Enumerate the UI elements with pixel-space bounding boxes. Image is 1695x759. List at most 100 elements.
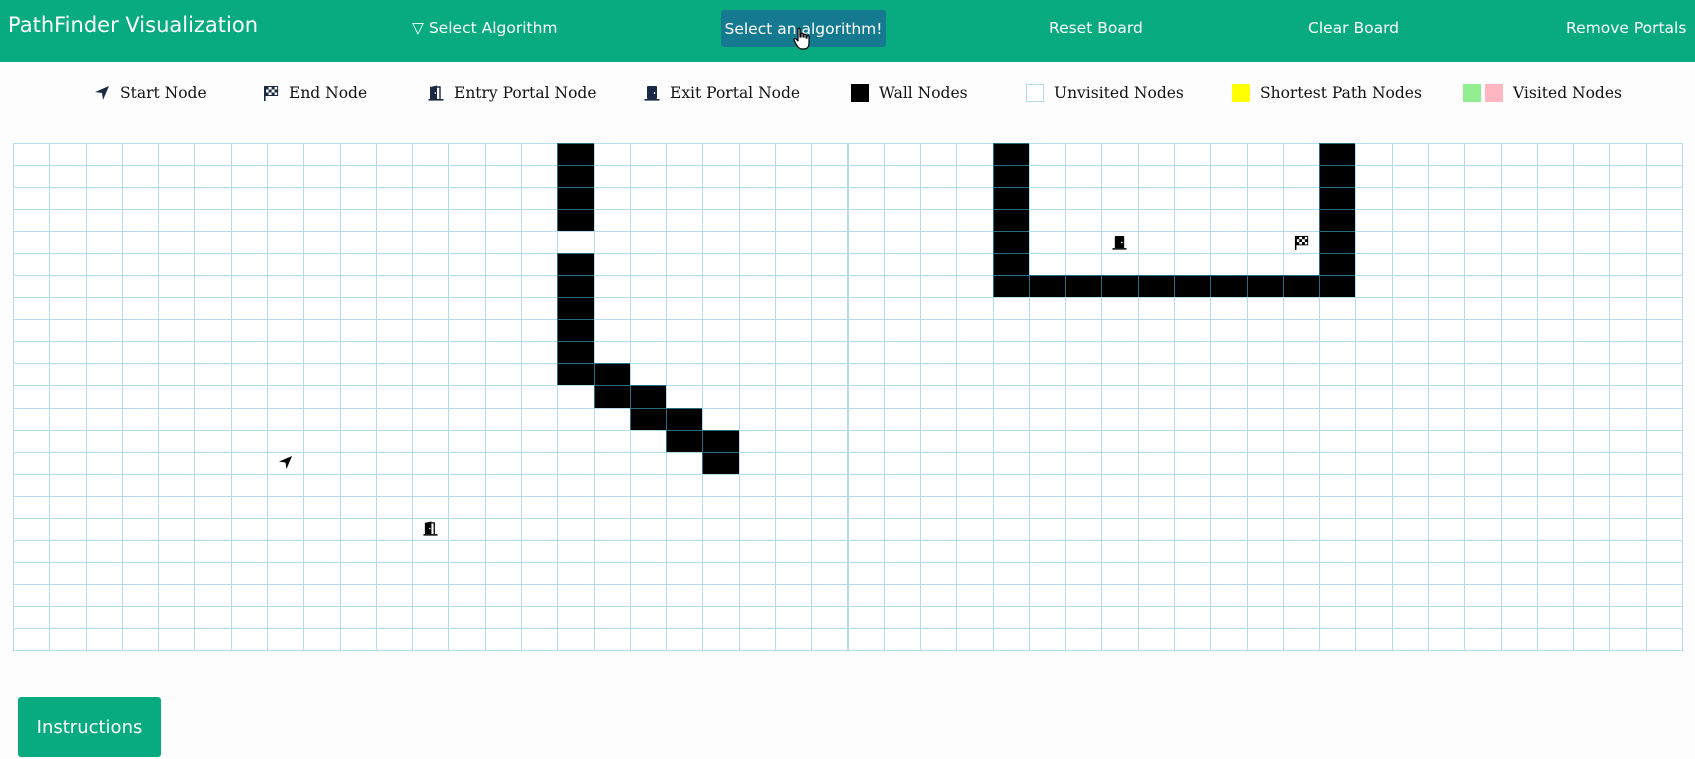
grid-cell[interactable]	[484, 143, 522, 167]
grid-cell[interactable]	[1137, 209, 1176, 233]
grid-cell[interactable]	[448, 539, 486, 563]
grid-cell[interactable]	[1428, 429, 1466, 453]
grid-cell[interactable]	[266, 517, 305, 541]
grid-cell[interactable]	[1319, 517, 1357, 541]
grid-cell[interactable]	[375, 517, 414, 541]
grid-cell[interactable]	[194, 583, 232, 607]
grid-cell[interactable]	[13, 363, 51, 387]
grid-cell[interactable]	[992, 517, 1030, 541]
grid-cell[interactable]	[1645, 451, 1683, 475]
grid-cell[interactable]	[1174, 187, 1212, 211]
wall-node[interactable]	[593, 385, 631, 409]
grid-cell[interactable]	[1391, 561, 1430, 585]
grid-cell[interactable]	[557, 429, 595, 453]
grid-cell[interactable]	[412, 231, 450, 255]
grid-cell[interactable]	[1609, 253, 1647, 277]
grid-cell[interactable]	[1101, 561, 1139, 585]
grid-cell[interactable]	[1500, 341, 1538, 365]
grid-cell[interactable]	[1319, 583, 1357, 607]
grid-cell[interactable]	[1355, 165, 1393, 189]
grid-cell[interactable]	[1536, 341, 1575, 365]
grid-cell[interactable]	[303, 561, 341, 585]
grid-cell[interactable]	[194, 561, 232, 585]
grid-cell[interactable]	[1645, 187, 1683, 211]
grid-cell[interactable]	[1428, 275, 1466, 299]
grid-cell[interactable]	[158, 495, 196, 519]
grid-cell[interactable]	[375, 561, 414, 585]
grid-cell[interactable]	[484, 429, 522, 453]
grid-cell[interactable]	[375, 143, 414, 167]
grid-cell[interactable]	[1428, 561, 1466, 585]
grid-cell[interactable]	[1500, 495, 1538, 519]
grid-cell[interactable]	[847, 627, 885, 651]
grid-cell[interactable]	[992, 583, 1030, 607]
grid-cell[interactable]	[448, 253, 486, 277]
grid-cell[interactable]	[266, 407, 305, 431]
grid-cell[interactable]	[1500, 165, 1538, 189]
grid-cell[interactable]	[1319, 429, 1357, 453]
grid-cell[interactable]	[1137, 143, 1176, 167]
grid-cell[interactable]	[666, 539, 704, 563]
grid-cell[interactable]	[339, 143, 377, 167]
grid-cell[interactable]	[920, 539, 958, 563]
grid-cell[interactable]	[85, 451, 123, 475]
grid-cell[interactable]	[847, 561, 885, 585]
grid-cell[interactable]	[1464, 627, 1502, 651]
grid-cell[interactable]	[1573, 363, 1611, 387]
grid-cell[interactable]	[339, 253, 377, 277]
grid-cell[interactable]	[1319, 539, 1357, 563]
grid-cell[interactable]	[629, 231, 668, 255]
grid-cell[interactable]	[484, 451, 522, 475]
grid-cell[interactable]	[1028, 627, 1067, 651]
grid-cell[interactable]	[484, 165, 522, 189]
grid-cell[interactable]	[375, 319, 414, 343]
grid-cell[interactable]	[557, 627, 595, 651]
grid-cell[interactable]	[1536, 165, 1575, 189]
grid-cell[interactable]	[158, 385, 196, 409]
grid-cell[interactable]	[1210, 429, 1248, 453]
grid-cell[interactable]	[230, 209, 268, 233]
grid-cell[interactable]	[811, 627, 849, 651]
grid-cell[interactable]	[1065, 605, 1103, 629]
grid-cell[interactable]	[1065, 363, 1103, 387]
grid-cell[interactable]	[1101, 583, 1139, 607]
grid-cell[interactable]	[266, 473, 305, 497]
grid-cell[interactable]	[412, 275, 450, 299]
grid-cell[interactable]	[629, 143, 668, 167]
grid-cell[interactable]	[1536, 495, 1575, 519]
grid-cell[interactable]	[1282, 341, 1321, 365]
grid-cell[interactable]	[230, 627, 268, 651]
grid-cell[interactable]	[266, 583, 305, 607]
grid-cell[interactable]	[774, 561, 813, 585]
grid-cell[interactable]	[1428, 517, 1466, 541]
grid-cell[interactable]	[666, 165, 704, 189]
grid-cell[interactable]	[811, 209, 849, 233]
grid-cell[interactable]	[448, 407, 486, 431]
grid-cell[interactable]	[1246, 473, 1284, 497]
grid-cell[interactable]	[920, 209, 958, 233]
wall-node[interactable]	[1319, 187, 1357, 211]
grid-cell[interactable]	[1355, 539, 1393, 563]
grid-cell[interactable]	[121, 363, 160, 387]
grid-cell[interactable]	[629, 495, 668, 519]
grid-cell[interactable]	[230, 407, 268, 431]
grid-cell[interactable]	[702, 209, 740, 233]
grid-cell[interactable]	[1174, 473, 1212, 497]
grid-cell[interactable]	[992, 363, 1030, 387]
grid-cell[interactable]	[194, 363, 232, 387]
grid-cell[interactable]	[230, 539, 268, 563]
grid-cell[interactable]	[1246, 605, 1284, 629]
grid-cell[interactable]	[158, 209, 196, 233]
grid-cell[interactable]	[303, 385, 341, 409]
grid-cell[interactable]	[702, 605, 740, 629]
grid-cell[interactable]	[811, 407, 849, 431]
grid-cell[interactable]	[85, 385, 123, 409]
clear-board-button[interactable]: Clear Board	[1308, 19, 1399, 37]
grid-cell[interactable]	[1174, 253, 1212, 277]
grid-cell[interactable]	[774, 319, 813, 343]
grid-cell[interactable]	[375, 473, 414, 497]
grid-cell[interactable]	[956, 583, 994, 607]
grid-cell[interactable]	[1174, 539, 1212, 563]
grid-cell[interactable]	[484, 275, 522, 299]
grid-cell[interactable]	[1645, 275, 1683, 299]
